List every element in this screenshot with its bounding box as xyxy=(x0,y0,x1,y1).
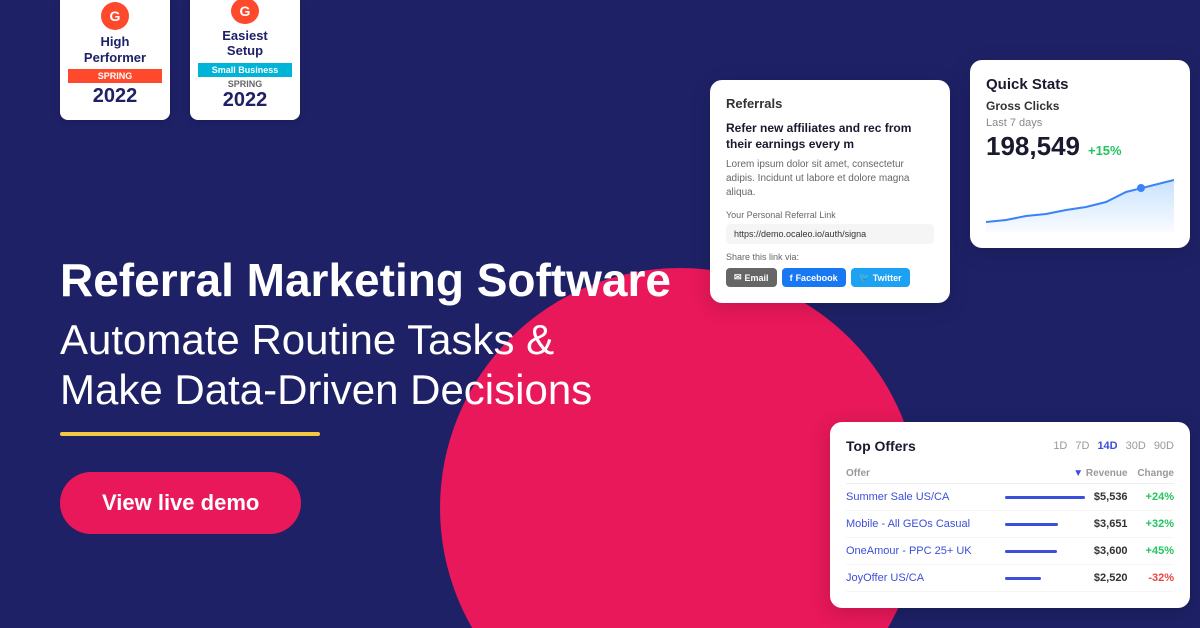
gross-clicks-chart xyxy=(986,172,1174,232)
share-twitter-label: Twitter xyxy=(873,273,902,283)
right-content-area: Referrals Refer new affiliates and rec f… xyxy=(680,0,1200,628)
share-facebook-button[interactable]: f Facebook xyxy=(782,268,846,287)
referrals-card: Referrals Refer new affiliates and rec f… xyxy=(710,80,950,303)
g2-logo-2: G xyxy=(231,0,259,24)
badge-title-2: EasiestSetup xyxy=(222,28,268,59)
table-row: OneAmour - PPC 25+ UK $3,600 +45% xyxy=(846,538,1174,565)
top-offers-table: Offer ▼ Revenue Change Summer Sale US/CA… xyxy=(846,464,1174,592)
top-offers-card: Top Offers 1D 7D 14D 30D 90D Offer ▼ Rev… xyxy=(830,422,1190,608)
offer-revenue-1: $3,651 xyxy=(1085,511,1128,538)
offer-revenue-0: $5,536 xyxy=(1085,484,1128,511)
offer-change-1: +32% xyxy=(1128,511,1174,538)
table-header-row: Offer ▼ Revenue Change xyxy=(846,464,1174,484)
badges-row: G HighPerformer SPRING 2022 G EasiestSet… xyxy=(60,0,300,120)
table-row: JoyOffer US/CA $2,520 -32% xyxy=(846,565,1174,592)
headline-light: Automate Routine Tasks & Make Data-Drive… xyxy=(60,315,680,416)
high-performer-badge: G HighPerformer SPRING 2022 xyxy=(60,0,170,120)
main-container: G HighPerformer SPRING 2022 G EasiestSet… xyxy=(0,0,1200,628)
easiest-setup-badge: G EasiestSetup Small Business SPRING 202… xyxy=(190,0,300,120)
share-facebook-label: Facebook xyxy=(796,273,838,283)
badge-sub-2: SPRING xyxy=(228,79,263,89)
gross-clicks-change: +15% xyxy=(1088,143,1122,158)
badge-ribbon-1: SPRING xyxy=(68,69,162,83)
referrals-card-body: Lorem ipsum dolor sit amet, consectetur … xyxy=(726,158,934,200)
offer-name-2[interactable]: OneAmour - PPC 25+ UK xyxy=(846,538,1005,565)
cta-button[interactable]: View live demo xyxy=(60,472,301,534)
tab-1d[interactable]: 1D xyxy=(1053,440,1067,452)
badge-year-1: 2022 xyxy=(93,85,138,108)
gross-clicks-value: 198,549 xyxy=(986,131,1080,162)
referral-link-value: https://demo.ocaleo.io/auth/signa xyxy=(726,224,934,244)
facebook-icon: f xyxy=(790,273,793,283)
headline-area: Referral Marketing Software Automate Rou… xyxy=(60,254,680,534)
left-content-area: G HighPerformer SPRING 2022 G EasiestSet… xyxy=(60,0,680,628)
yellow-underline-decoration xyxy=(60,432,320,436)
headline-light-line2: Make Data-Driven Decisions xyxy=(60,366,592,413)
offer-bar-2 xyxy=(1005,538,1085,565)
badge-year-2: 2022 xyxy=(223,89,268,112)
quick-stats-title: Quick Stats xyxy=(986,76,1174,93)
offer-change-2: +45% xyxy=(1128,538,1174,565)
sort-arrow-icon: ▼ xyxy=(1073,468,1083,479)
tab-90d[interactable]: 90D xyxy=(1154,440,1174,452)
gross-clicks-row: 198,549 +15% xyxy=(986,131,1174,162)
headline-bold: Referral Marketing Software xyxy=(60,254,680,307)
offer-bar-0 xyxy=(1005,484,1085,511)
col-offer: Offer xyxy=(846,464,1005,484)
col-change: Change xyxy=(1128,464,1174,484)
headline-light-line1: Automate Routine Tasks & xyxy=(60,316,554,363)
offer-bar-1 xyxy=(1005,511,1085,538)
col-revenue: ▼ Revenue xyxy=(1005,464,1128,484)
gross-clicks-label: Gross Clicks xyxy=(986,99,1174,113)
tab-30d[interactable]: 30D xyxy=(1126,440,1146,452)
offer-change-3: -32% xyxy=(1128,565,1174,592)
quick-stats-card: Quick Stats Gross Clicks Last 7 days 198… xyxy=(970,60,1190,248)
email-icon: ✉ xyxy=(734,272,742,283)
offer-name-3[interactable]: JoyOffer US/CA xyxy=(846,565,1005,592)
referral-link-label: Your Personal Referral Link xyxy=(726,210,934,220)
table-row: Mobile - All GEOs Casual $3,651 +32% xyxy=(846,511,1174,538)
offer-change-0: +24% xyxy=(1128,484,1174,511)
badge-title-1: HighPerformer xyxy=(84,34,146,65)
offer-name-0[interactable]: Summer Sale US/CA xyxy=(846,484,1005,511)
share-buttons-group: ✉ Email f Facebook 🐦 Twitter xyxy=(726,268,934,287)
tab-7d[interactable]: 7D xyxy=(1075,440,1089,452)
twitter-icon: 🐦 xyxy=(859,272,870,283)
tab-14d[interactable]: 14D xyxy=(1097,440,1117,452)
share-email-label: Email xyxy=(745,273,769,283)
offer-revenue-3: $2,520 xyxy=(1085,565,1128,592)
top-offers-header: Top Offers 1D 7D 14D 30D 90D xyxy=(846,438,1174,454)
share-label: Share this link via: xyxy=(726,252,934,262)
quick-stats-period: Last 7 days xyxy=(986,117,1174,129)
table-row: Summer Sale US/CA $5,536 +24% xyxy=(846,484,1174,511)
share-twitter-button[interactable]: 🐦 Twitter xyxy=(851,268,910,287)
offer-revenue-2: $3,600 xyxy=(1085,538,1128,565)
top-offers-title: Top Offers xyxy=(846,438,916,454)
offer-bar-3 xyxy=(1005,565,1085,592)
offer-name-1[interactable]: Mobile - All GEOs Casual xyxy=(846,511,1005,538)
top-offers-tabs: 1D 7D 14D 30D 90D xyxy=(1053,440,1174,452)
g2-logo-1: G xyxy=(101,2,129,30)
share-email-button[interactable]: ✉ Email xyxy=(726,268,777,287)
badge-ribbon-2: Small Business xyxy=(198,63,292,77)
referrals-card-title: Referrals xyxy=(726,96,934,111)
referrals-card-heading: Refer new affiliates and rec from their … xyxy=(726,121,934,152)
